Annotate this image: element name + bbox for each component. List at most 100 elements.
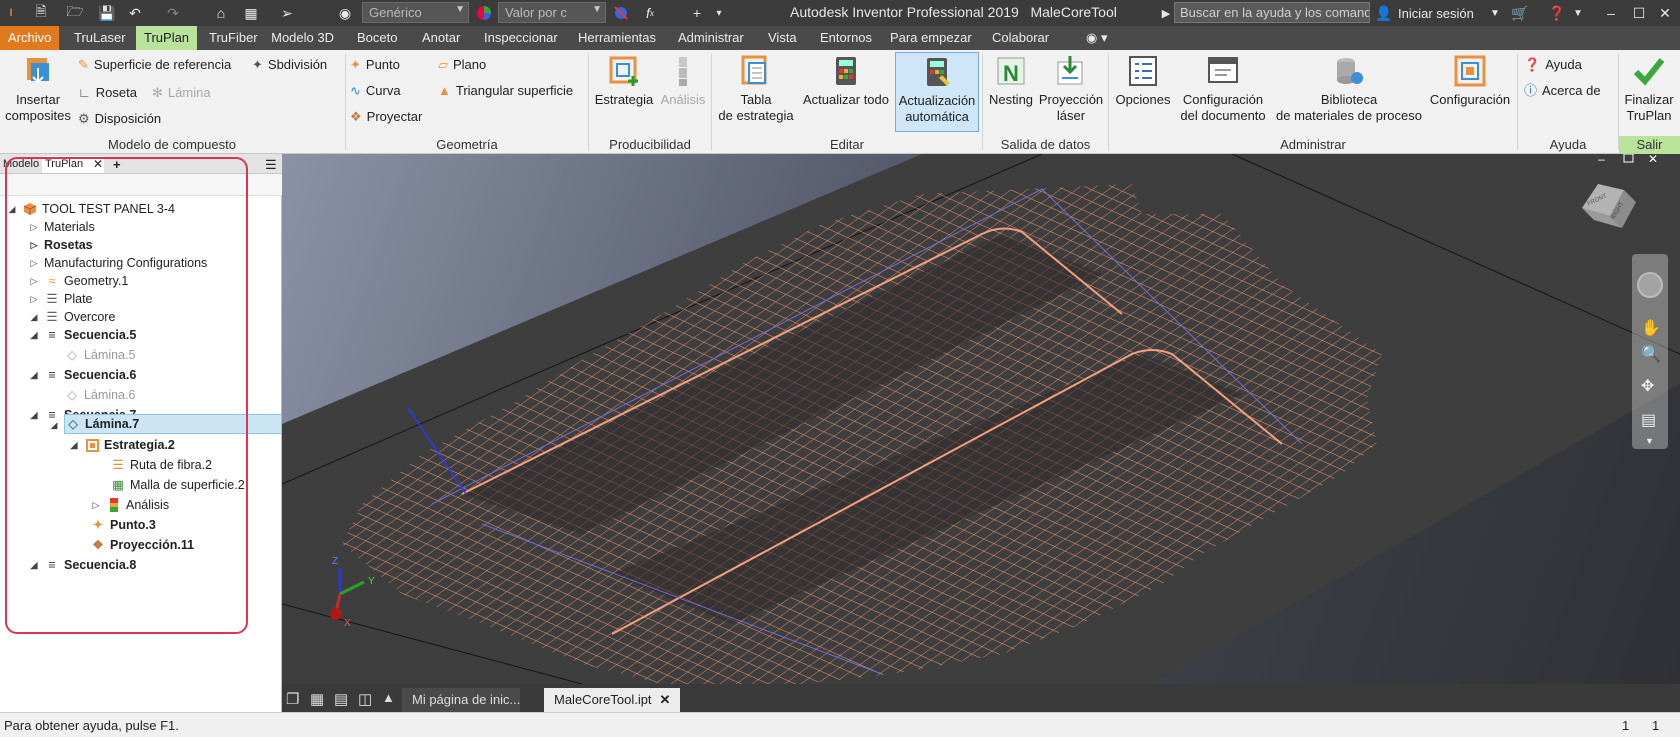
tab-entornos[interactable]: Entornos [812, 26, 880, 50]
update-icon[interactable]: ▦ [240, 3, 262, 23]
clear-appearance-icon[interactable] [610, 3, 632, 23]
tree-node-secuencia-5[interactable]: ◢ ≡ Secuencia.5 [28, 325, 137, 345]
tab-colaborar[interactable]: Colaborar [984, 26, 1057, 50]
home-icon[interactable]: ⌂ [210, 3, 232, 23]
collapsed-icon[interactable]: ▷ [28, 253, 40, 273]
punto-button[interactable]: ✦ Punto [350, 54, 400, 76]
appearance-combo[interactable]: Valor por c ▼ [498, 2, 606, 23]
select-icon[interactable]: ➢ [276, 3, 298, 23]
finalizar-truplan-button[interactable]: Finalizar TruPlan [1620, 54, 1678, 124]
zoom-icon[interactable]: 🔍 [1641, 344, 1661, 364]
close-doc-icon[interactable]: ✕ [660, 692, 671, 707]
appearance-icon[interactable] [474, 3, 494, 23]
tab-boceto[interactable]: Boceto [349, 26, 405, 50]
plus-icon[interactable]: + [688, 3, 706, 23]
redo-icon[interactable]: ↷ [162, 3, 184, 23]
nesting-button[interactable]: N Nesting [986, 54, 1036, 108]
acerca-de-button[interactable]: ⓘ Acerca de [1524, 80, 1601, 102]
add-tab-icon[interactable]: + [110, 156, 124, 173]
configuracion-button[interactable]: Configuración [1426, 54, 1514, 108]
expanded-icon[interactable]: ◢ [48, 415, 60, 435]
biblioteca-materiales-button[interactable]: Biblioteca de materiales de proceso [1272, 54, 1426, 124]
tree-node-root[interactable]: ◢ TOOL TEST PANEL 3-4 [6, 199, 175, 219]
tabla-estrategia-button[interactable]: Tabla de estrategia [714, 54, 798, 124]
steering-wheel-icon[interactable] [1637, 272, 1663, 298]
subdivision-button[interactable]: ✦ Sbdivisión [252, 54, 327, 76]
proyectar-button[interactable]: ❖ Proyectar [350, 106, 422, 128]
pan-icon[interactable]: ✋ [1641, 318, 1661, 338]
lamina-button[interactable]: ✻ Lámina [152, 82, 211, 104]
tree-node-secuencia-8[interactable]: ◢ ≡ Secuencia.8 [28, 555, 137, 575]
expanded-icon[interactable]: ◢ [28, 405, 40, 425]
tree-node-manufacturing[interactable]: ▷ Manufacturing Configurations [28, 253, 208, 273]
tab-trufiber[interactable]: TruFiber [201, 26, 266, 50]
collapsed-icon[interactable]: ▷ [28, 271, 40, 291]
ayuda-button[interactable]: ❓ Ayuda [1524, 54, 1582, 76]
browser-search-bar[interactable] [0, 174, 282, 196]
close-tab-icon[interactable]: ✕ [90, 156, 106, 173]
tree-node-overcore[interactable]: ◢ ☰ Overcore [28, 307, 116, 327]
tree-node-estrategia-2[interactable]: ◢ Estrategia.2 [68, 435, 175, 455]
inventor-logo[interactable]: I [2, 3, 20, 23]
signin-dropdown-icon[interactable]: ▼ [1488, 3, 1502, 23]
tree-node-rosetas[interactable]: ▷ Rosetas [28, 235, 93, 255]
cascade-icon[interactable]: ❐ [286, 690, 299, 708]
estrategia-button[interactable]: Estrategia [592, 54, 656, 108]
tree-node-plate[interactable]: ▷ ☰ Plate [28, 289, 93, 309]
doc-tab-maletool[interactable]: MaleCoreTool.ipt ✕ [544, 688, 681, 712]
tab-vista[interactable]: Vista [760, 26, 805, 50]
tree-node-secuencia-6[interactable]: ◢ ≡ Secuencia.6 [28, 365, 137, 385]
collapsed-icon[interactable]: ▷ [28, 289, 40, 309]
expanded-icon[interactable]: ◢ [28, 307, 40, 327]
tab-archivo[interactable]: Archivo [0, 26, 60, 50]
style-combo[interactable]: Genérico ▼ [362, 2, 469, 23]
tree-toggle-lamina-7[interactable]: ◢ [48, 415, 64, 435]
look-at-icon[interactable]: ▤ [1641, 410, 1656, 430]
tree-node-proyeccion-11[interactable]: ❖ Proyección.11 [90, 535, 194, 555]
orbit-icon[interactable]: ✥ [1641, 376, 1654, 396]
expanded-icon[interactable]: ◢ [28, 555, 40, 575]
ribbon-display-icon[interactable]: ◉ ▾ [1078, 26, 1115, 50]
cart-icon[interactable]: 🛒 [1510, 3, 1530, 23]
close-icon[interactable]: ✕ [1654, 3, 1676, 23]
curva-button[interactable]: ∿ Curva [350, 80, 401, 102]
browser-menu-icon[interactable]: ☰ [262, 156, 280, 173]
superficie-referencia-button[interactable]: ✎ Superficie de referencia [78, 54, 231, 76]
viewport-close-icon[interactable]: ✕ [1648, 154, 1658, 166]
collapsed-icon[interactable]: ▷ [90, 495, 102, 515]
tab-truplan[interactable]: TruPlan [136, 26, 198, 50]
tree-node-malla-superficie[interactable]: ▦ Malla de superficie.2 [110, 475, 245, 495]
plano-button[interactable]: ▱ Plano [438, 54, 486, 76]
new-icon[interactable]: 🗎 [30, 3, 52, 23]
triangular-superficie-button[interactable]: ▲ Triangular superficie [438, 80, 573, 102]
signin-link[interactable]: Iniciar sesión [1398, 3, 1488, 23]
tile-vertical-icon[interactable]: ◫ [358, 690, 372, 708]
help-search-input[interactable]: Buscar en la ayuda y los comand [1174, 2, 1370, 23]
tree-node-geometry[interactable]: ▷ ≈ Geometry.1 [28, 271, 129, 291]
expanded-icon[interactable]: ◢ [68, 435, 80, 455]
fx-icon[interactable]: fx [640, 3, 660, 23]
disposicion-button[interactable]: ⚙ Disposición [78, 108, 161, 130]
actualizacion-automatica-button[interactable]: Actualización automática [895, 52, 979, 132]
roseta-button[interactable]: ∟ Roseta [78, 82, 137, 104]
open-icon[interactable]: 🗁 [64, 3, 86, 23]
save-icon[interactable]: 💾 [96, 3, 118, 23]
tab-modelo-3d[interactable]: Modelo 3D [270, 26, 342, 50]
tab-trulaser[interactable]: TruLaser [66, 26, 134, 50]
tree-node-lamina-5[interactable]: ◇ Lámina.5 [64, 345, 135, 365]
expanded-icon[interactable]: ◢ [6, 199, 18, 219]
minimize-icon[interactable]: – [1600, 3, 1622, 23]
maximize-icon[interactable]: ☐ [1628, 3, 1650, 23]
tab-inspeccionar[interactable]: Inspeccionar [476, 26, 566, 50]
search-expand-icon[interactable]: ▶ [1160, 3, 1172, 23]
tree-node-analisis[interactable]: ▷ Análisis [90, 495, 169, 515]
user-icon[interactable]: 👤 [1374, 3, 1394, 23]
tree-node-ruta-fibra[interactable]: ☰ Ruta de fibra.2 [110, 455, 212, 475]
tab-para-empezar[interactable]: Para empezar [882, 26, 980, 50]
proyeccion-laser-button[interactable]: Proyección láser [1038, 54, 1104, 124]
analisis-button[interactable]: Análisis [656, 54, 710, 108]
help-icon[interactable]: ❓ [1546, 3, 1568, 23]
opciones-button[interactable]: Opciones [1112, 54, 1174, 108]
tree-node-lamina-7[interactable]: ◇ Lámina.7 [64, 414, 282, 434]
doc-tab-home[interactable]: Mi página de inic... [402, 688, 520, 712]
